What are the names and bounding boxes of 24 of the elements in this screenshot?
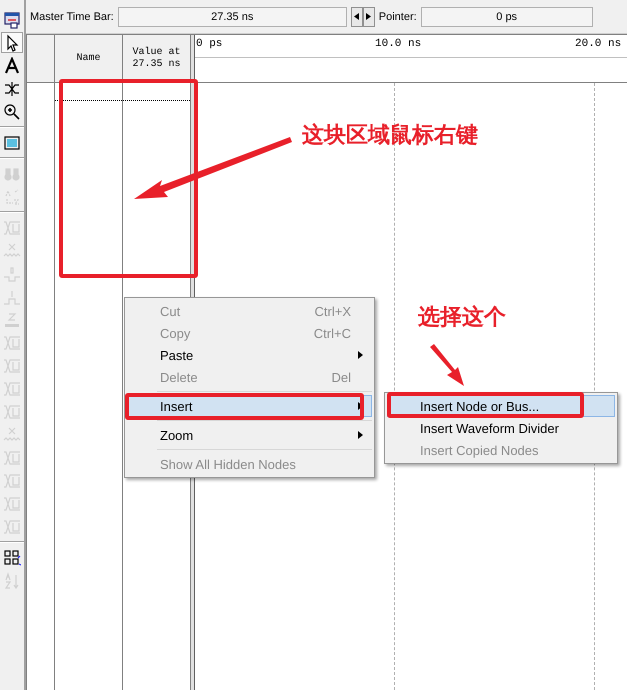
waveform-window-icon bbox=[3, 10, 21, 28]
column-header: Name bbox=[55, 35, 122, 83]
time-tick-label: 0 ps bbox=[196, 38, 222, 50]
right-arrow-icon bbox=[366, 13, 372, 20]
time-tick-label: 20.0 ns bbox=[575, 38, 622, 50]
fullscreen-icon[interactable] bbox=[3, 134, 21, 152]
menu-item[interactable]: Paste bbox=[127, 344, 372, 366]
pointer-field[interactable]: 0 ps bbox=[420, 6, 593, 26]
time-tick-label: 10.0 ns bbox=[375, 38, 422, 50]
menu-item[interactable]: Insert Waveform Divider bbox=[387, 417, 615, 439]
annotation-arrow bbox=[430, 344, 464, 386]
grid-icon[interactable] bbox=[3, 548, 21, 566]
menu-item[interactable]: Zoom bbox=[127, 424, 372, 446]
previous-button[interactable] bbox=[350, 6, 363, 26]
annotation-text: 选择这个 bbox=[418, 304, 506, 332]
annotation-text: 这块区域鼠标右键 bbox=[302, 122, 478, 150]
master-time-field[interactable]: 27.35 ns bbox=[118, 6, 347, 26]
zoom-icon[interactable] bbox=[3, 102, 21, 120]
master-time-bar-label: Master Time Bar: bbox=[30, 10, 114, 22]
text-tool-icon[interactable] bbox=[3, 56, 21, 74]
pointer-label: Pointer: bbox=[378, 10, 417, 22]
next-button[interactable] bbox=[362, 6, 375, 26]
left-arrow-icon bbox=[354, 13, 360, 20]
node-tool-icon[interactable] bbox=[3, 80, 21, 98]
